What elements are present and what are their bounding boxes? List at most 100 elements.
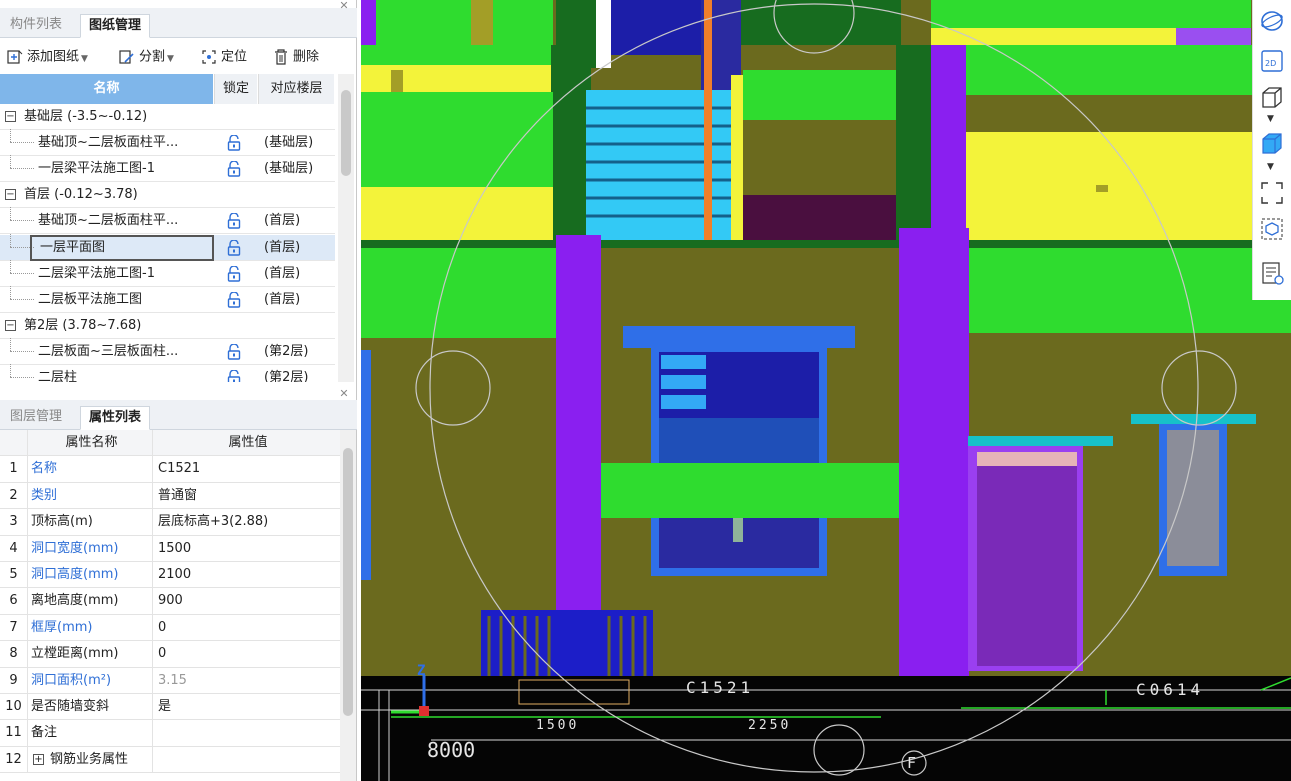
unlock-icon[interactable] — [226, 213, 242, 230]
layer-display-icon[interactable] — [1259, 260, 1285, 286]
tree-connector — [10, 350, 34, 352]
tree-item-row[interactable]: 二层柱 (第2层) — [0, 364, 335, 382]
row-number: 8 — [0, 641, 28, 668]
property-name: + 钢筋业务属性 — [31, 746, 153, 773]
property-value[interactable]: 900 — [158, 588, 183, 614]
orbit-icon[interactable] — [1259, 8, 1285, 34]
add-drawing-button[interactable]: 添加图纸 ▼ — [6, 48, 88, 66]
property-scrollbar-thumb[interactable] — [343, 448, 353, 716]
floor-value: (基础层) — [264, 135, 314, 151]
property-name: 洞口高度(mm) — [31, 562, 153, 588]
expand-icon[interactable]: + — [33, 753, 44, 765]
property-value[interactable]: 普通窗 — [158, 483, 197, 509]
select-box-icon[interactable] — [1259, 216, 1285, 242]
axis-z-label: Z — [417, 663, 426, 679]
property-row[interactable]: 6 离地高度(mm) 900 — [0, 588, 340, 615]
property-row[interactable]: 3 顶标高(m) 层底标高+3(2.88) — [0, 509, 340, 536]
column-header-floor[interactable]: 对应楼层 — [258, 74, 335, 104]
property-value[interactable]: 3.15 — [158, 668, 187, 694]
property-row[interactable]: 12 + 钢筋业务属性 — [0, 746, 340, 774]
unlock-icon[interactable] — [226, 239, 242, 256]
unlock-icon[interactable] — [226, 265, 242, 282]
property-name-text: 钢筋业务属性 — [50, 751, 129, 767]
tab-property-list[interactable]: 属性列表 — [80, 406, 151, 430]
tree-group-row[interactable]: − 首层 (-0.12~3.78) — [0, 182, 335, 209]
locate-button[interactable]: 定位 — [200, 48, 247, 66]
property-value[interactable]: 1500 — [158, 536, 191, 562]
view-2d-icon[interactable]: 2D — [1259, 48, 1285, 74]
property-value[interactable]: C1521 — [158, 456, 200, 482]
tab-component-list[interactable]: 构件列表 — [2, 14, 70, 38]
drawing-name: 二层板平法施工图 — [38, 291, 143, 307]
tab-drawing-management[interactable]: 图纸管理 — [80, 14, 151, 38]
tree-group-row[interactable]: − 基础层 (-3.5~-0.12) — [0, 104, 335, 130]
tree-group-row[interactable]: − 第2层 (3.78~7.68) — [0, 313, 335, 339]
tab-layer-management[interactable]: 图层管理 — [2, 406, 70, 430]
property-value[interactable]: 0 — [158, 615, 166, 641]
property-row[interactable]: 7 框厚(mm) 0 — [0, 614, 340, 642]
property-row[interactable]: 5 洞口高度(mm) 2100 — [0, 562, 340, 589]
row-number: 2 — [0, 482, 28, 509]
tree-item-row[interactable]: 二层板平法施工图 (首层) — [0, 285, 335, 313]
tree-item-row[interactable]: 基础顶~二层板面柱平... (首层) — [0, 207, 335, 235]
tree-item-row[interactable]: 一层平面图 (首层) — [0, 233, 335, 261]
delete-button[interactable]: 删除 — [272, 48, 319, 66]
property-value[interactable]: 2100 — [158, 562, 191, 588]
property-value[interactable]: 0 — [158, 641, 166, 667]
property-name: 备注 — [31, 720, 153, 747]
collapse-icon[interactable]: − — [5, 319, 16, 331]
property-row[interactable]: 8 立樘距离(mm) 0 — [0, 641, 340, 668]
unlock-icon[interactable] — [226, 370, 242, 382]
tree-item-row[interactable]: 二层梁平法施工图-1 (首层) — [0, 259, 335, 287]
tree-connector — [10, 142, 34, 144]
property-name: 类别 — [31, 482, 153, 509]
tree-group-label: 第2层 (3.78~7.68) — [24, 317, 142, 333]
floor-value: (第2层) — [264, 370, 309, 382]
column-header-property-value: 属性值 — [228, 435, 268, 450]
close-icon[interactable]: ✕ — [338, 388, 350, 400]
property-name: 是否随墙变斜 — [31, 694, 153, 720]
cube-view-icon[interactable] — [1259, 130, 1285, 156]
drawing-name: 基础顶~二层板面柱平... — [38, 213, 179, 229]
property-row[interactable]: 1 名称 C1521 — [0, 456, 340, 483]
drawing-panel-tabs: 构件列表 图纸管理 — [0, 8, 357, 38]
drawing-canvas[interactable]: Z C1521 C0614 1500 2250 8000 F — [361, 0, 1291, 781]
floor-value: (基础层) — [264, 161, 314, 177]
collapse-icon[interactable]: − — [5, 111, 16, 122]
property-table-header: 属性名称 属性值 — [0, 430, 340, 457]
unlock-icon[interactable] — [226, 291, 242, 308]
unlock-icon[interactable] — [226, 161, 242, 177]
drawing-name: 基础顶~二层板面柱平... — [38, 135, 179, 151]
collapse-icon[interactable]: − — [5, 189, 16, 201]
drawing-name: 二层板面~三层板面柱... — [38, 343, 179, 359]
property-row[interactable]: 11 备注 — [0, 720, 340, 747]
floor-value: (首层) — [264, 239, 301, 255]
unlock-icon[interactable] — [226, 343, 242, 360]
tree-scrollbar[interactable] — [338, 74, 354, 382]
property-scrollbar[interactable] — [340, 430, 356, 781]
fit-view-icon[interactable] — [1259, 180, 1285, 206]
tree-scrollbar-thumb[interactable] — [341, 90, 351, 176]
drawing-name: 二层梁平法施工图-1 — [38, 265, 155, 281]
property-value[interactable]: 层底标高+3(2.88) — [158, 509, 268, 535]
property-row[interactable]: 9 洞口面积(m²) 3.15 — [0, 667, 340, 694]
close-icon[interactable]: ✕ — [338, 0, 350, 12]
tree-connector — [10, 377, 34, 378]
tree-item-row[interactable]: 基础顶~二层板面柱平... (基础层) — [0, 129, 335, 157]
property-row[interactable]: 4 洞口宽度(mm) 1500 — [0, 535, 340, 562]
column-header-name[interactable]: 名称 — [0, 74, 214, 104]
tree-item-row[interactable]: 一层梁平法施工图-1 (基础层) — [0, 155, 335, 183]
split-button[interactable]: 分割 ▼ — [118, 48, 174, 66]
chevron-down-icon[interactable]: ▼ — [1267, 162, 1274, 172]
tree-connector — [10, 129, 11, 143]
chevron-down-icon[interactable]: ▼ — [1267, 114, 1274, 124]
chevron-down-icon: ▼ — [167, 53, 174, 64]
unlock-icon[interactable] — [226, 135, 242, 151]
property-row[interactable]: 10 是否随墙变斜是 — [0, 694, 340, 721]
column-header-lock[interactable]: 锁定 — [214, 74, 258, 104]
view-3d-icon[interactable] — [1259, 84, 1285, 110]
tree-item-row[interactable]: 二层板面~三层板面柱... (第2层) — [0, 337, 335, 365]
row-number: 7 — [0, 614, 28, 641]
property-row[interactable]: 2 类别 普通窗 — [0, 482, 340, 510]
property-value[interactable]: 是 — [158, 694, 171, 720]
